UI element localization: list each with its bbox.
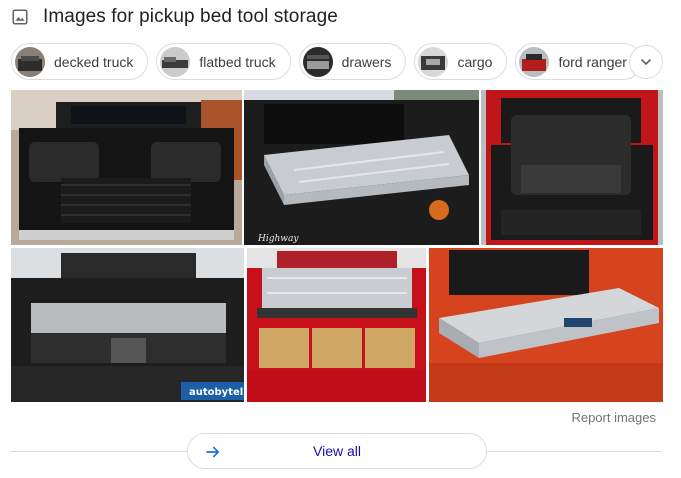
cargo-thumb [418,46,449,77]
chip-flatbed-truck[interactable]: flatbed truck [156,43,291,80]
report-images-link[interactable]: Report images [571,410,656,425]
chip-drawers[interactable]: drawers [298,43,407,80]
image-result-1[interactable] [11,90,242,245]
chip-ford-ranger[interactable]: ford ranger [515,43,642,80]
decked-truck-thumb [15,46,45,77]
image-result-5[interactable] [247,248,426,402]
flatbed-truck-thumb [160,46,191,77]
image-result-3[interactable] [481,90,663,245]
more-chips-button[interactable] [629,45,663,79]
image-icon [12,9,28,25]
view-all-label: View all [313,443,361,459]
view-all-button[interactable]: View all [187,433,487,469]
chevron-down-icon [641,59,651,65]
image-result-6[interactable] [429,248,663,402]
refinement-chips: decked truck flatbed truck drawers cargo… [11,43,642,80]
chip-cargo[interactable]: cargo [414,43,508,80]
image-watermark: Highway [257,234,299,244]
ford-ranger-thumb [519,46,550,77]
chip-label: flatbed truck [199,53,276,70]
chip-label: decked truck [54,53,134,70]
chip-decked-truck[interactable]: decked truck [11,43,149,80]
image-result-2[interactable]: Highway [244,90,479,245]
image-watermark: autobytel [189,387,243,398]
image-result-4[interactable]: autobytel [11,248,244,402]
chip-label: cargo [457,53,493,70]
chip-label: ford ranger [558,53,627,70]
arrow-right-icon [206,446,220,458]
chip-label: drawers [341,53,392,70]
images-title: Images for pickup bed tool storage [43,6,338,27]
drawers-thumb [302,46,333,77]
images-header: Images for pickup bed tool storage [11,4,338,30]
